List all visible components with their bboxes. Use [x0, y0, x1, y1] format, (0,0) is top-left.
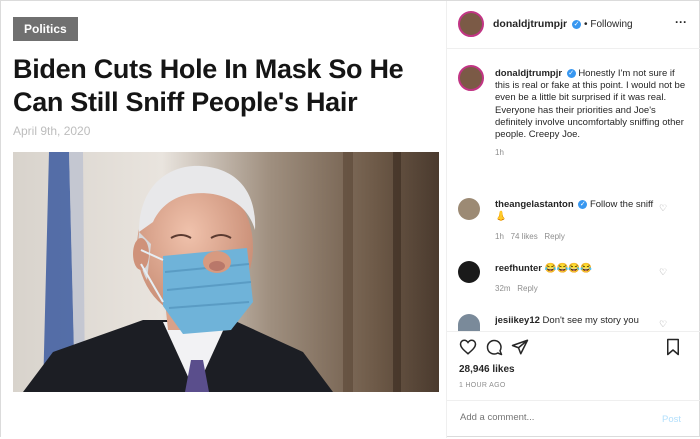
comment-item: theangelastanton ✓ Follow the sniff 👃 1h…: [495, 199, 665, 243]
share-icon[interactable]: [511, 338, 529, 356]
verified-icon: ✓: [572, 20, 582, 29]
comment-item: jesiikey12 Don't see my story you: [495, 315, 685, 329]
like-comment-icon[interactable]: ♡: [659, 319, 667, 330]
like-icon[interactable]: [459, 338, 477, 356]
avatar[interactable]: [458, 198, 480, 220]
post-image: Politics Biden Cuts Hole In Mask So He C…: [1, 1, 447, 438]
more-options-icon[interactable]: ···: [675, 15, 687, 29]
category-badge: Politics: [13, 17, 78, 41]
comment-time[interactable]: 1h: [495, 232, 504, 241]
like-comment-icon[interactable]: ♡: [659, 267, 667, 278]
post-sidebar: donaldjtrumpjr ✓ • Following ··· donaldj…: [447, 1, 700, 438]
comment-text: 😂😂😂😂: [544, 263, 592, 274]
comment-likes[interactable]: 74 likes: [511, 232, 538, 241]
save-icon[interactable]: [665, 338, 681, 356]
comment-emoji: 👃: [495, 211, 507, 222]
header-username[interactable]: donaldjtrumpjr: [493, 18, 567, 30]
comment-username[interactable]: reefhunter: [495, 263, 542, 274]
post-time[interactable]: 1 HOUR AGO: [459, 382, 506, 389]
comment-username[interactable]: jesiikey12: [495, 315, 540, 326]
verified-icon: ✓: [578, 200, 588, 209]
action-bar: 28,946 likes 1 HOUR AGO: [447, 331, 700, 402]
article-headline: Biden Cuts Hole In Mask So He Can Still …: [13, 54, 404, 117]
article-date: April 9th, 2020: [13, 124, 91, 138]
like-comment-icon[interactable]: ♡: [659, 203, 667, 214]
post-comment-button[interactable]: Post: [662, 414, 681, 425]
article-photo: [13, 152, 439, 392]
following-button[interactable]: Following: [590, 19, 632, 30]
header-separator: •: [583, 19, 588, 30]
avatar[interactable]: [458, 65, 484, 91]
comment-meta: 32m Reply: [495, 283, 665, 295]
comment-item: reefhunter 😂😂😂😂 32m Reply: [495, 263, 665, 295]
likes-count[interactable]: 28,946 likes: [459, 364, 515, 375]
comment-meta: 1h 74 likes Reply: [495, 231, 665, 243]
verified-icon: ✓: [566, 69, 576, 78]
post-header: donaldjtrumpjr ✓ • Following ···: [447, 1, 700, 49]
comment-input[interactable]: [458, 411, 642, 424]
avatar[interactable]: [458, 261, 480, 283]
post-caption: donaldjtrumpjr ✓ Honestly I'm not sure i…: [495, 68, 690, 159]
avatar[interactable]: [458, 314, 480, 331]
comment-time[interactable]: 32m: [495, 284, 511, 293]
comment-icon[interactable]: [485, 338, 503, 356]
avatar[interactable]: [458, 11, 484, 37]
add-comment-bar: Post: [447, 400, 700, 439]
comment-text: Don't see my story you: [542, 315, 639, 326]
caption-username[interactable]: donaldjtrumpjr: [495, 68, 562, 79]
comment-username[interactable]: theangelastanton: [495, 199, 574, 210]
instagram-post: Politics Biden Cuts Hole In Mask So He C…: [0, 0, 700, 438]
reply-button[interactable]: Reply: [517, 284, 537, 293]
reply-button[interactable]: Reply: [544, 232, 564, 241]
caption-time[interactable]: 1h: [495, 147, 690, 159]
comment-text: Follow the sniff: [589, 199, 654, 210]
